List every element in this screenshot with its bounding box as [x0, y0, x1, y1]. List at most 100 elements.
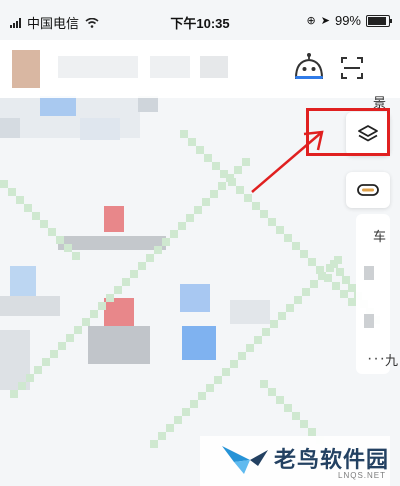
map-road	[106, 294, 114, 302]
watermark-brand: 老鸟软件园	[274, 447, 390, 472]
map-road	[114, 286, 122, 294]
map-poi	[182, 326, 216, 360]
pointer-arrow-icon	[251, 130, 324, 193]
map-road	[230, 360, 238, 368]
map-road	[66, 334, 74, 342]
map-road	[204, 154, 212, 162]
map-road	[40, 220, 48, 228]
map-road	[50, 350, 58, 358]
map-area	[138, 96, 158, 112]
map-road	[122, 278, 130, 286]
map-road	[292, 412, 300, 420]
map-road	[56, 236, 64, 244]
map-road	[234, 166, 242, 174]
cloud-icon	[357, 184, 379, 196]
orientation-lock-icon: ⊕	[306, 15, 316, 27]
status-bar: 中国电信 下午10:35 ⊕ ➤ 99%	[0, 0, 400, 40]
cloud-button[interactable]	[346, 172, 390, 208]
map-road	[236, 186, 244, 194]
map-road	[308, 428, 316, 436]
map-road	[336, 268, 344, 276]
map-road	[218, 182, 226, 190]
watermark-sub: LNQS.NET	[338, 471, 387, 480]
map-road	[170, 230, 178, 238]
map-road	[42, 358, 50, 366]
map-road	[74, 326, 82, 334]
search-tag-blurred[interactable]	[200, 56, 228, 78]
map-view[interactable]	[0, 40, 400, 486]
map-road	[286, 304, 294, 312]
map-road	[10, 390, 18, 398]
map-road	[340, 290, 348, 298]
map-road	[150, 440, 158, 448]
map-road	[58, 342, 66, 350]
watermark-logo	[222, 446, 268, 474]
more-button[interactable]: ···	[367, 350, 386, 368]
map-road	[72, 252, 80, 260]
map-road	[34, 366, 42, 374]
map-road	[194, 206, 202, 214]
map-road	[254, 336, 262, 344]
map-road	[260, 210, 268, 218]
tool-item[interactable]	[364, 266, 374, 280]
map-road	[226, 174, 234, 182]
map-road	[166, 424, 174, 432]
tool-item[interactable]	[364, 314, 374, 328]
map-label-top: 景	[372, 95, 386, 110]
map-road	[276, 226, 284, 234]
map-road	[214, 376, 222, 384]
map-road	[178, 222, 186, 230]
map-road	[268, 218, 276, 226]
search-tag-blurred[interactable]	[150, 56, 190, 78]
avatar[interactable]	[12, 50, 40, 88]
map-road	[146, 254, 154, 262]
map-road	[330, 260, 338, 268]
map-road	[270, 320, 278, 328]
map-road	[238, 352, 246, 360]
battery-icon	[366, 14, 392, 27]
map-road	[308, 258, 316, 266]
map-road	[180, 130, 188, 138]
map-area	[0, 296, 60, 316]
map-road	[342, 276, 350, 284]
map-road	[310, 280, 318, 288]
map-road	[18, 382, 26, 390]
map-road	[196, 146, 204, 154]
map-road	[82, 318, 90, 326]
robot-assistant-icon[interactable]	[292, 52, 326, 84]
map-road	[302, 288, 310, 296]
map-label-bottom: 九	[384, 353, 398, 368]
battery-percent: 99%	[334, 13, 361, 28]
map-road	[138, 262, 146, 270]
map-area	[80, 118, 120, 140]
search-field-blurred[interactable]	[58, 56, 138, 78]
map-road	[90, 310, 98, 318]
scan-icon[interactable]	[338, 54, 366, 82]
map-road	[0, 180, 8, 188]
map-road	[332, 282, 340, 290]
watermark: 老鸟软件园 LNQS.NET	[200, 436, 390, 486]
map-road	[206, 384, 214, 392]
map-road	[188, 138, 196, 146]
map-road	[292, 242, 300, 250]
map-road	[162, 238, 170, 246]
map-road	[210, 190, 218, 198]
map-area	[0, 118, 20, 138]
map-road	[48, 228, 56, 236]
map-road	[186, 214, 194, 222]
status-right: ⊕ ➤ 99%	[306, 13, 392, 28]
map-poi-marker	[104, 298, 134, 326]
map-road	[154, 246, 162, 254]
map-road	[16, 196, 24, 204]
map-road	[190, 400, 198, 408]
map-road	[300, 420, 308, 428]
map-road	[284, 404, 292, 412]
map-poi-marker	[104, 206, 124, 232]
map-road	[260, 380, 268, 388]
map-road	[348, 284, 356, 292]
map-road	[246, 344, 254, 352]
map-road	[262, 328, 270, 336]
map-road	[26, 374, 34, 382]
map-road	[174, 416, 182, 424]
map-road	[222, 368, 230, 376]
